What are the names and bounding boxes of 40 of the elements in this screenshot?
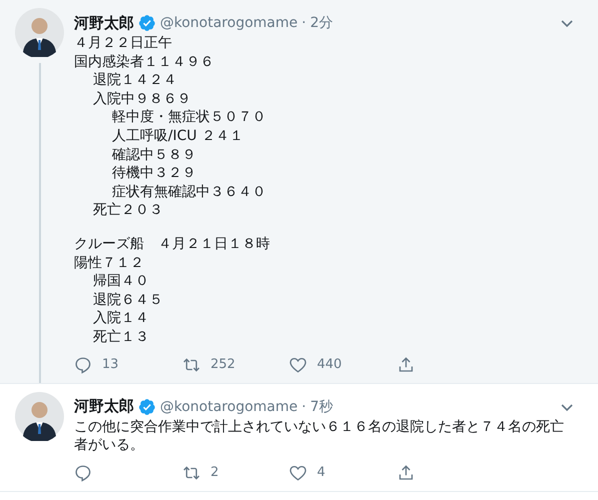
tweet-text-line: 入院１４ (92, 309, 150, 328)
tweet-text-line: 陽性７１２ (74, 254, 145, 272)
tweet-text-line: この他に突合作業中で計上されていない６１６名の退院した者と７４名の死亡者がいる。 (74, 418, 565, 455)
author-name[interactable]: 河野太郎 (74, 14, 134, 32)
tweet-text-line: 確認中５８９ (111, 146, 197, 164)
heart-icon (289, 356, 307, 374)
author-name[interactable]: 河野太郎 (74, 397, 134, 416)
retweet-icon (182, 464, 200, 482)
tweet-time[interactable]: 7秒 (310, 398, 333, 416)
share-icon (396, 356, 414, 374)
tweet-text-line: 入院中９８６９ (92, 90, 192, 108)
author-handle: @konotarogomame (160, 15, 298, 31)
like-button[interactable]: 4 (289, 464, 396, 482)
tweet-text-line: 症状有無確認中３６４０ (111, 182, 267, 202)
avatar[interactable] (15, 392, 64, 440)
avatar[interactable] (15, 8, 64, 57)
retweet-button[interactable]: 2 (182, 464, 289, 482)
speech-bubble-icon (74, 464, 92, 482)
tweet-text-line: 退院６４５ (92, 290, 164, 310)
tweet-text-line: ４月２２日正午 (74, 34, 173, 53)
tweet-text-line: 待機中３２９ (111, 164, 197, 183)
author-handle: @konotarogomame (160, 398, 298, 414)
tweet-text-line: 人工呼吸/ICU ２４１ (111, 126, 244, 146)
reply-button[interactable]: 13 (74, 356, 182, 374)
tweet-text-line: 軽中度・無症状５０７０ (111, 108, 267, 127)
heart-icon (289, 464, 307, 482)
tweet-text-line: 死亡２０３ (92, 201, 164, 220)
retweet-button[interactable]: 252 (182, 356, 289, 374)
speech-bubble-icon (74, 356, 92, 374)
tweet-text-line: 死亡１３ (92, 328, 150, 346)
share-icon (396, 464, 414, 482)
tweet-text-line: クルーズ船 ４月２１日１８時 (74, 234, 271, 254)
separator-dot: · (302, 15, 306, 31)
retweet-icon (182, 356, 200, 374)
tweet-text-line: 帰国４０ (92, 272, 150, 291)
separator-dot: · (302, 398, 306, 414)
tweet-time[interactable]: 2分 (310, 14, 333, 32)
tweet-text-line: 退院１４２４ (92, 71, 178, 90)
tweet-text-line: 国内感染者１１４９６ (74, 52, 215, 72)
like-button[interactable]: 440 (289, 356, 396, 374)
